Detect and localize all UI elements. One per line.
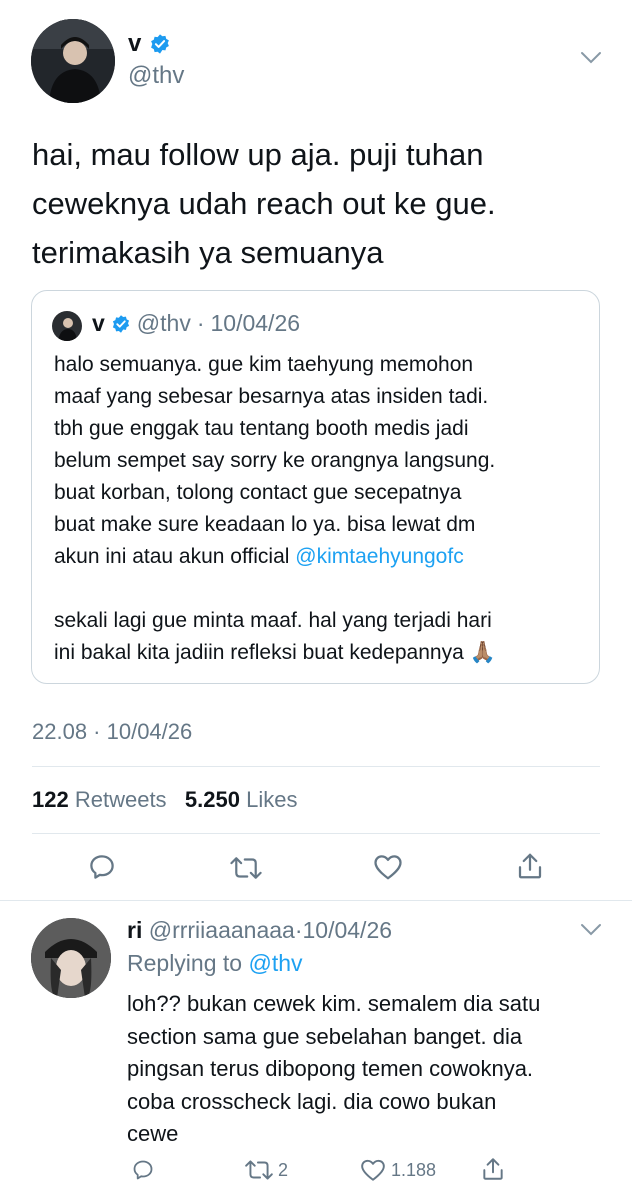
author-handle[interactable]: @thv	[128, 62, 184, 90]
quoted-date: 10/04/26	[210, 310, 301, 336]
chevron-down-icon[interactable]	[580, 923, 602, 937]
author-avatar[interactable]	[31, 19, 115, 103]
reply-like-button[interactable]: 1.188	[360, 1158, 436, 1182]
retweets-link[interactable]: 122 Retweets	[32, 787, 173, 812]
like-icon[interactable]	[373, 853, 403, 881]
tweet-text-line: terimakasih ya semuanya	[32, 235, 384, 270]
author-name-row[interactable]: v	[128, 30, 171, 58]
mention-link[interactable]: @kimtaehyungofc	[295, 545, 463, 568]
reply-icon[interactable]	[131, 1158, 155, 1182]
tweet-text-line: ceweknya udah reach out ke gue.	[32, 186, 496, 221]
reply-text-line: pingsan terus dibopong temen cowoknya.	[127, 1056, 534, 1081]
quoted-text-line: maaf yang sebesar besarnya atas insiden …	[54, 385, 489, 408]
replying-to-handle[interactable]: @thv	[248, 950, 302, 976]
author-avatar-image	[31, 19, 115, 103]
share-icon[interactable]	[481, 1156, 505, 1182]
quoted-text-line: ini bakal kita jadiin refleksi buat kede…	[54, 637, 496, 669]
quoted-text-fragment: akun ini atau akun official	[54, 545, 290, 568]
reply-icon[interactable]	[87, 852, 117, 882]
retweets-label: Retweets	[74, 787, 167, 812]
replying-to-label: Replying to	[127, 950, 243, 976]
reply-date[interactable]: 10/04/26	[303, 917, 393, 943]
reply-text-line: section sama gue sebelahan banget. dia	[127, 1023, 523, 1049]
quoted-text-line: sekali lagi gue minta maaf. hal yang ter…	[54, 609, 492, 632]
quoted-author-avatar	[52, 311, 82, 341]
reply-text-line: loh?? bukan cewek kim. semalem dia satu	[127, 991, 541, 1016]
reply-author-avatar-image	[31, 918, 111, 998]
engagement-stats: 122 Retweets 5.250 Likes	[32, 787, 297, 813]
quoted-header: v @thv · 10/04/26	[92, 310, 300, 337]
chevron-down-icon[interactable]	[580, 51, 602, 65]
reply-like-count: 1.188	[391, 1159, 437, 1180]
quoted-text-line: halo semuanya. gue kim taehyung memohon	[54, 353, 474, 376]
folded-hands-emoji: 🙏🏽	[469, 641, 496, 664]
reply-retweet-button[interactable]: 2	[244, 1158, 288, 1182]
reply-author-avatar[interactable]	[31, 918, 111, 998]
reply-header: ri @rrriiaaanaaa·10/04/26	[127, 917, 392, 944]
replying-to: Replying to @thv	[127, 950, 303, 977]
separator-dot: ·	[196, 310, 205, 336]
reply-retweet-count: 2	[278, 1159, 289, 1180]
reply-text-line: coba crosscheck lagi. dia cowo bukan	[127, 1088, 497, 1114]
likes-link[interactable]: 5.250 Likes	[185, 787, 298, 812]
reply-text: loh?? bukan cewek kim. semalem dia satu …	[127, 988, 540, 1151]
reply-text-line: cewe	[127, 1121, 179, 1146]
quoted-text-line: buat korban, tolong contact gue secepatn…	[54, 481, 462, 504]
tweet-timestamp[interactable]: 22.08 · 10/04/26	[32, 719, 192, 745]
quoted-text-line: buat make sure keadaan lo ya. bisa lewat…	[54, 513, 476, 536]
divider	[32, 833, 600, 834]
quoted-text-line: belum sempet say sorry ke orangnya langs…	[54, 449, 496, 472]
retweet-icon[interactable]	[229, 854, 263, 882]
retweet-icon	[244, 1158, 274, 1182]
author-display-name[interactable]: v	[128, 30, 141, 58]
separator-dot: ·	[294, 917, 303, 943]
verified-badge-icon	[149, 33, 171, 55]
quoted-display-name: v	[92, 310, 105, 336]
quoted-text-line: akun ini atau akun official @kimtaehyung…	[54, 541, 496, 573]
divider	[32, 766, 600, 767]
quoted-tweet-card[interactable]: v @thv · 10/04/26 halo semuanya. gue kim…	[31, 290, 600, 684]
tweet-text: hai, mau follow up aja. puji tuhan cewek…	[32, 130, 496, 277]
divider	[0, 900, 632, 901]
reply-display-name[interactable]: ri	[127, 917, 142, 943]
reply-handle[interactable]: @rrriiaaanaaa	[149, 917, 295, 943]
like-icon	[360, 1158, 386, 1182]
verified-badge-icon	[111, 314, 131, 334]
quoted-text-line: tbh gue enggak tau tentang booth medis j…	[54, 417, 469, 440]
retweets-count: 122	[32, 787, 69, 812]
share-icon[interactable]	[516, 851, 544, 881]
quoted-text: halo semuanya. gue kim taehyung memohon …	[54, 349, 496, 669]
likes-label: Likes	[246, 787, 298, 812]
quoted-handle: @thv	[136, 310, 191, 336]
quoted-text-fragment: ini bakal kita jadiin refleksi buat kede…	[54, 641, 464, 664]
tweet-text-line: hai, mau follow up aja. puji tuhan	[32, 137, 484, 172]
likes-count: 5.250	[184, 787, 240, 812]
